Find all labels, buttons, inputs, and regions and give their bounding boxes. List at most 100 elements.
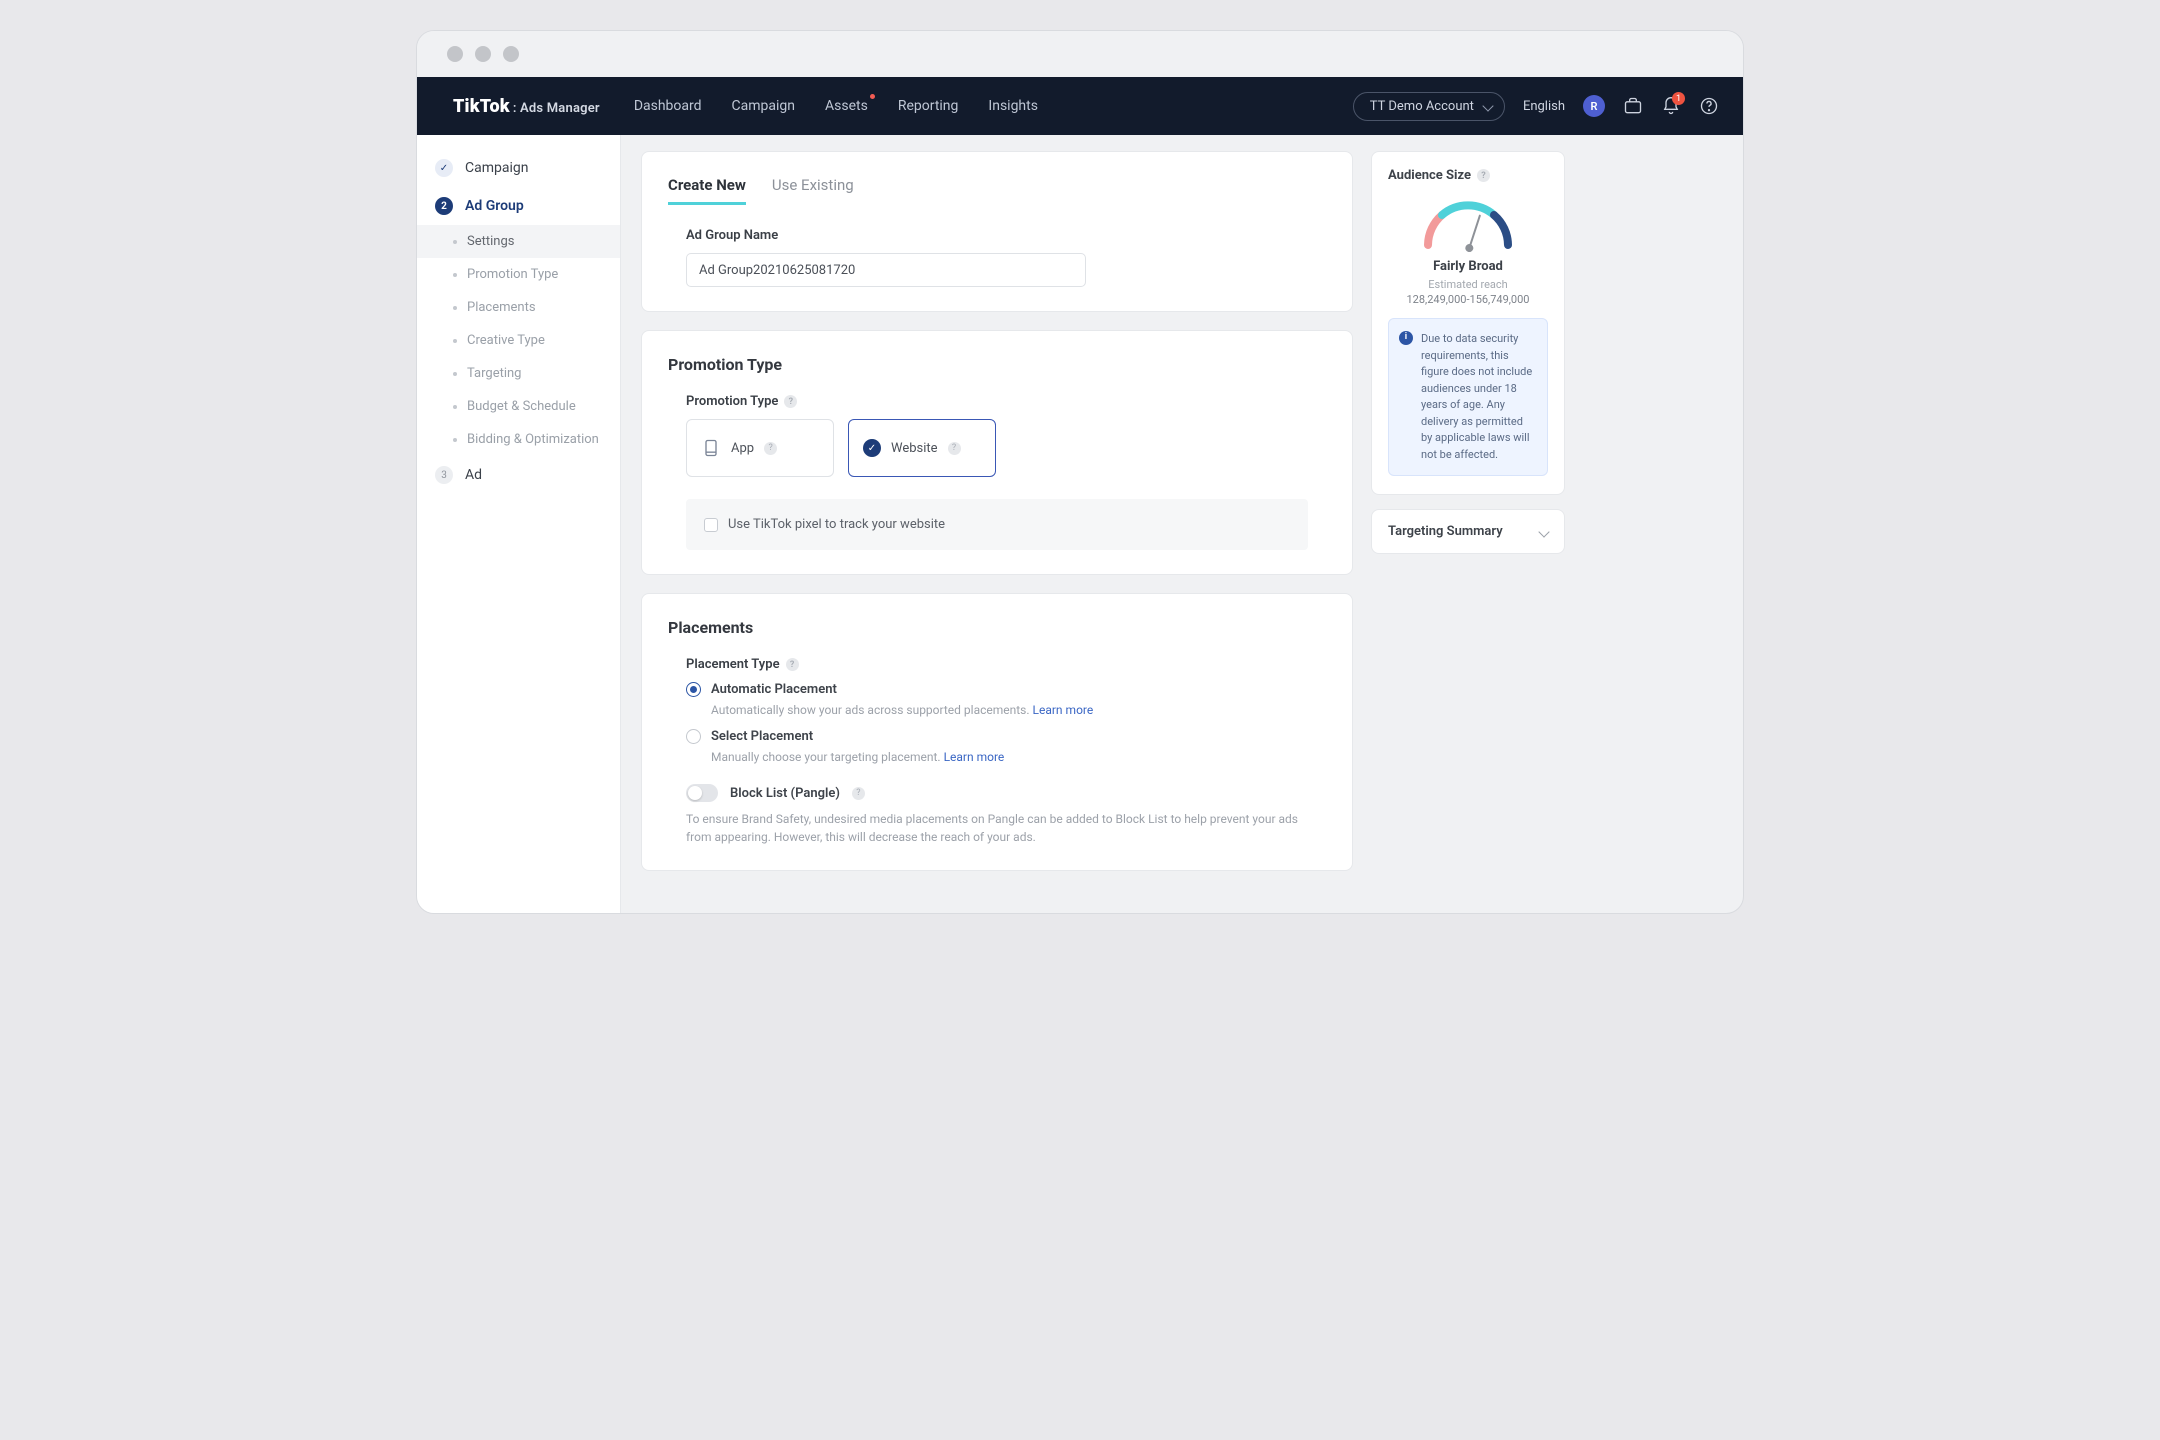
help-icon[interactable]: ? xyxy=(786,658,799,671)
radio-select-placement: Select Placement Manually choose your ta… xyxy=(686,729,1326,764)
bullet-icon xyxy=(453,339,457,343)
window-dot xyxy=(447,46,463,62)
bell-icon[interactable]: 1 xyxy=(1661,96,1681,116)
right-column: Audience Size ? Fairly Broad Estimated r… xyxy=(1371,151,1565,554)
sidebar-item-promotion-type[interactable]: Promotion Type xyxy=(417,258,620,291)
substep-label: Placements xyxy=(467,300,536,315)
tab-use-existing[interactable]: Use Existing xyxy=(772,176,854,205)
substep-label: Promotion Type xyxy=(467,267,558,282)
app-body: ✓ Campaign 2 Ad Group Settings Promotion… xyxy=(417,135,1743,913)
brand-name: TikTok xyxy=(453,96,510,117)
pixel-checkbox-label: Use TikTok pixel to track your website xyxy=(728,517,945,532)
bullet-icon xyxy=(453,372,457,376)
nav-items: Dashboard Campaign Assets Reporting Insi… xyxy=(634,98,1038,114)
nav-assets-label: Assets xyxy=(825,98,868,114)
account-selector[interactable]: TT Demo Account xyxy=(1353,92,1505,121)
block-list-description: To ensure Brand Safety, undesired media … xyxy=(686,810,1308,846)
avatar[interactable]: R xyxy=(1583,95,1605,117)
radio-description: Automatically show your ads across suppo… xyxy=(711,703,1326,717)
window-titlebar xyxy=(417,31,1743,77)
notif-badge: 1 xyxy=(1672,92,1685,105)
nav-reporting[interactable]: Reporting xyxy=(898,98,959,114)
pixel-checkbox[interactable] xyxy=(704,518,718,532)
radio-input[interactable] xyxy=(686,682,701,697)
block-list-row: Block List (Pangle) ? xyxy=(686,784,1326,802)
promotion-type-label: Promotion Type ? xyxy=(686,394,1326,409)
briefcase-icon[interactable] xyxy=(1623,96,1643,116)
tabs: Create New Use Existing xyxy=(668,176,1326,206)
radio-label: Select Placement xyxy=(711,729,813,744)
sidebar-item-settings[interactable]: Settings xyxy=(417,225,620,258)
card-audience-size: Audience Size ? Fairly Broad Estimated r… xyxy=(1371,151,1565,495)
help-icon[interactable]: ? xyxy=(852,787,865,800)
substep-label: Creative Type xyxy=(467,333,545,348)
nav-assets-alert-dot xyxy=(870,94,875,99)
promotion-options: App ? ✓ Website ? xyxy=(686,419,1326,477)
bullet-icon xyxy=(453,405,457,409)
language-selector[interactable]: English xyxy=(1523,99,1565,114)
radio-select-row[interactable]: Select Placement xyxy=(686,729,1326,744)
window-dot xyxy=(503,46,519,62)
learn-more-link[interactable]: Learn more xyxy=(1033,703,1094,717)
step-number: 3 xyxy=(435,466,453,484)
adgroup-name-label: Ad Group Name xyxy=(686,228,1326,243)
option-app-label: App xyxy=(731,441,754,456)
radio-automatic-placement: Automatic Placement Automatically show y… xyxy=(686,682,1326,717)
app-icon xyxy=(701,438,721,458)
radio-label: Automatic Placement xyxy=(711,682,837,697)
sidebar: ✓ Campaign 2 Ad Group Settings Promotion… xyxy=(417,135,621,913)
substep-label: Bidding & Optimization xyxy=(467,432,599,447)
top-navbar: TikTok : Ads Manager Dashboard Campaign … xyxy=(417,77,1743,135)
targeting-summary-panel[interactable]: Targeting Summary xyxy=(1371,509,1565,554)
chevron-down-icon xyxy=(1538,526,1549,537)
step-number: 2 xyxy=(435,197,453,215)
radio-input[interactable] xyxy=(686,729,701,744)
option-website-label: Website xyxy=(891,441,938,456)
bullet-icon xyxy=(453,273,457,277)
help-icon[interactable] xyxy=(1699,96,1719,116)
sidebar-item-targeting[interactable]: Targeting xyxy=(417,357,620,390)
step-label: Campaign xyxy=(465,160,528,176)
step-ad[interactable]: 3 Ad xyxy=(417,456,620,494)
nav-dashboard[interactable]: Dashboard xyxy=(634,98,702,114)
step-adgroup[interactable]: 2 Ad Group xyxy=(417,187,620,225)
check-icon: ✓ xyxy=(863,439,881,457)
learn-more-link[interactable]: Learn more xyxy=(944,750,1005,764)
nav-campaign[interactable]: Campaign xyxy=(732,98,795,114)
section-title: Placements xyxy=(668,618,1326,637)
nav-assets[interactable]: Assets xyxy=(825,98,868,114)
help-icon[interactable]: ? xyxy=(948,442,961,455)
nav-insights[interactable]: Insights xyxy=(988,98,1038,114)
step-label: Ad Group xyxy=(465,198,524,214)
brand-suffix: : Ads Manager xyxy=(513,101,600,116)
sidebar-item-placements[interactable]: Placements xyxy=(417,291,620,324)
bullet-icon xyxy=(453,306,457,310)
block-list-toggle[interactable] xyxy=(686,784,718,802)
tab-create-new[interactable]: Create New xyxy=(668,176,746,205)
help-icon[interactable]: ? xyxy=(784,395,797,408)
info-icon: i xyxy=(1399,331,1413,345)
form-column: Create New Use Existing Ad Group Name Pr… xyxy=(641,151,1353,889)
substep-label: Targeting xyxy=(467,366,521,381)
adgroup-name-input[interactable] xyxy=(686,253,1086,287)
card-adgroup-name: Create New Use Existing Ad Group Name xyxy=(641,151,1353,312)
chevron-down-icon xyxy=(1482,100,1493,111)
check-icon: ✓ xyxy=(435,159,453,177)
help-icon[interactable]: ? xyxy=(764,442,777,455)
bullet-icon xyxy=(453,438,457,442)
option-website[interactable]: ✓ Website ? xyxy=(848,419,996,477)
step-campaign[interactable]: ✓ Campaign xyxy=(417,149,620,187)
sidebar-item-creative-type[interactable]: Creative Type xyxy=(417,324,620,357)
block-list-label: Block List (Pangle) xyxy=(730,786,840,801)
card-promotion-type: Promotion Type Promotion Type ? App ? xyxy=(641,330,1353,575)
card-placements: Placements Placement Type ? Automatic Pl… xyxy=(641,593,1353,871)
sidebar-item-budget-schedule[interactable]: Budget & Schedule xyxy=(417,390,620,423)
help-icon[interactable]: ? xyxy=(1477,169,1490,182)
sidebar-item-bidding-optimization[interactable]: Bidding & Optimization xyxy=(417,423,620,456)
section-title: Promotion Type xyxy=(668,355,1326,374)
option-app[interactable]: App ? xyxy=(686,419,834,477)
radio-automatic-row[interactable]: Automatic Placement xyxy=(686,682,1326,697)
targeting-summary-label: Targeting Summary xyxy=(1388,524,1503,539)
placement-type-label: Placement Type ? xyxy=(686,657,1326,672)
substep-label: Budget & Schedule xyxy=(467,399,576,414)
